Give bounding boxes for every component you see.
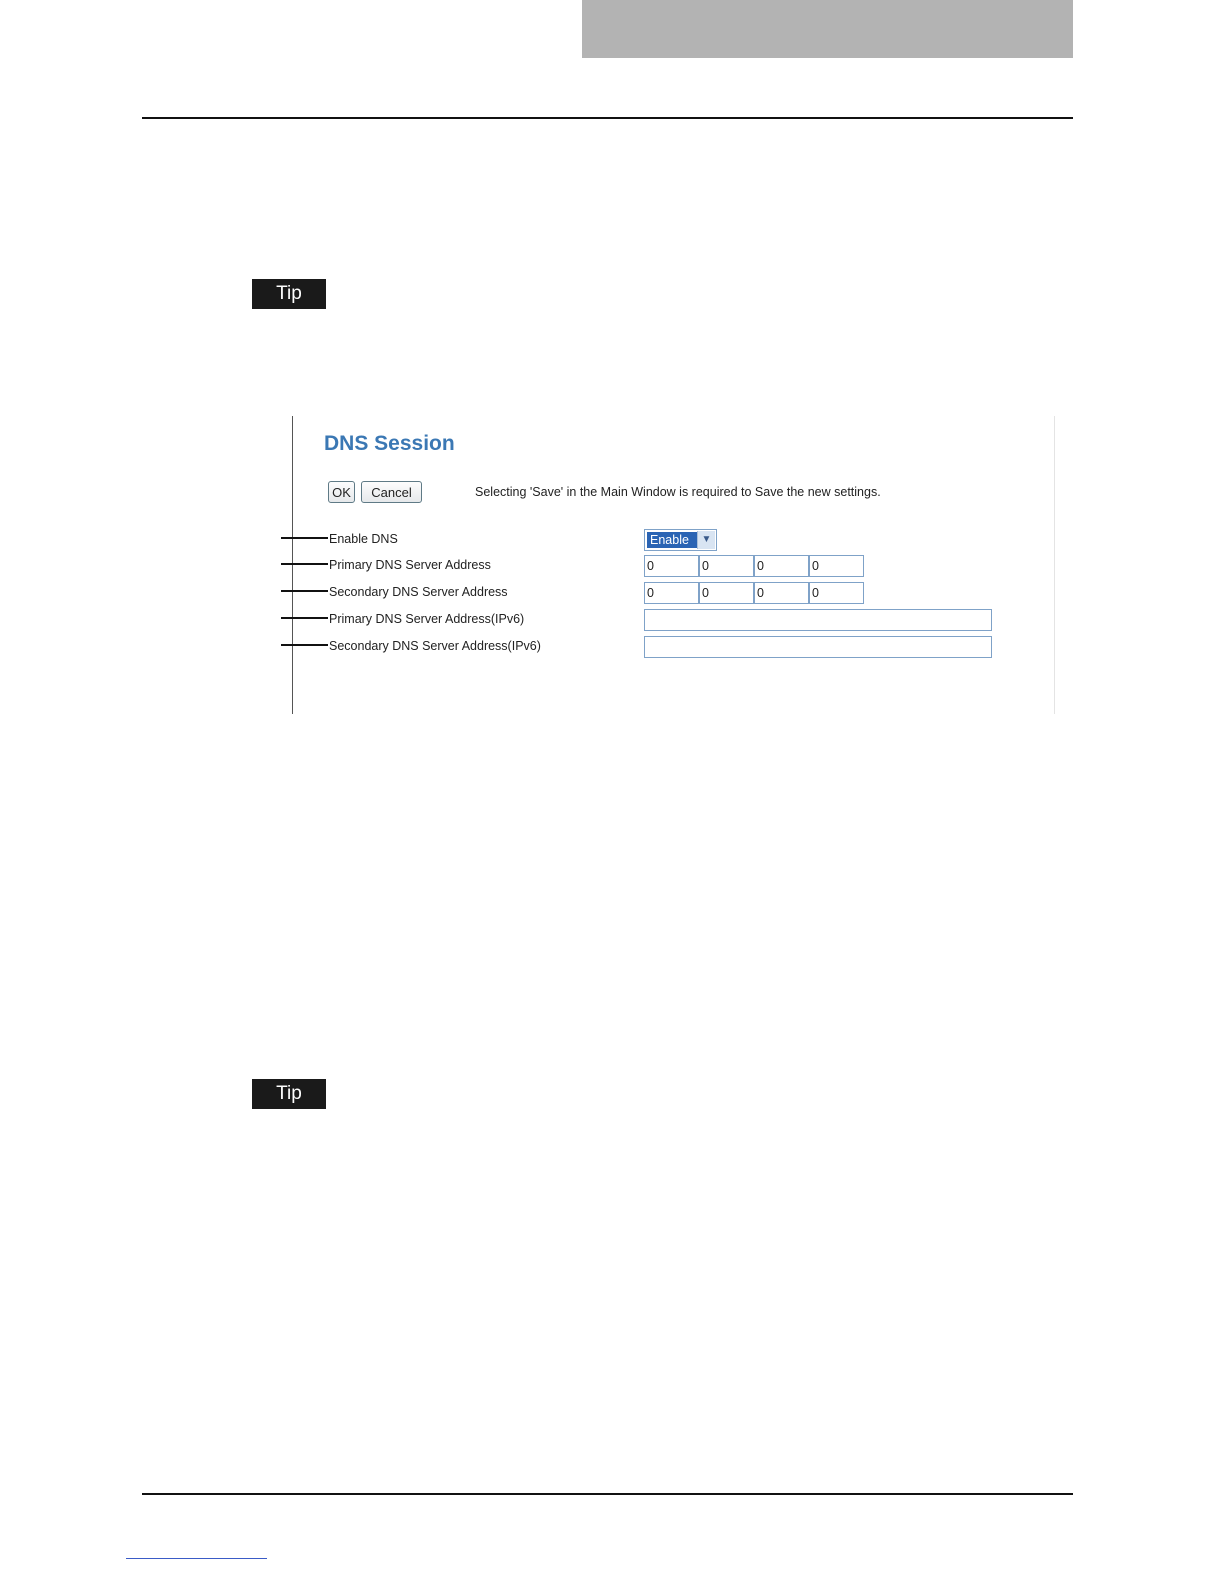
frame-left-edge [292,416,293,714]
secondary-dns-octet-1[interactable]: 0 [644,582,699,604]
secondary-dns-octet-4[interactable]: 0 [809,582,864,604]
cancel-button[interactable]: Cancel [361,481,422,503]
primary-dns-octet-4[interactable]: 0 [809,555,864,577]
callout-line [281,590,328,592]
dns-session-screenshot: DNS Session OK Cancel Selecting 'Save' i… [281,416,1055,714]
primary-dns-label: Primary DNS Server Address [329,558,491,572]
primary-dns-ipv6-input[interactable] [644,609,992,631]
secondary-dns-ipv6-input[interactable] [644,636,992,658]
primary-dns-octet-2[interactable]: 0 [699,555,754,577]
save-notice: Selecting 'Save' in the Main Window is r… [475,485,881,499]
secondary-dns-label: Secondary DNS Server Address [329,585,508,599]
callout-line [281,644,328,646]
callout-line [281,617,328,619]
primary-dns-octet-1[interactable]: 0 [644,555,699,577]
enable-dns-selected-value: Enable [647,532,698,548]
frame-right-edge [1054,416,1055,714]
secondary-dns-octet-3[interactable]: 0 [754,582,809,604]
footer-rule [142,1493,1073,1495]
primary-dns-ipv6-label: Primary DNS Server Address(IPv6) [329,612,525,626]
enable-dns-label: Enable DNS [329,532,398,546]
footer-link-underline [126,1558,267,1559]
enable-dns-select[interactable]: Enable ▼ [644,529,717,551]
callout-line [281,537,328,539]
ok-button[interactable]: OK [328,481,355,503]
secondary-dns-octet-2[interactable]: 0 [699,582,754,604]
tip-badge: Tip [252,279,326,309]
secondary-dns-ipv6-label: Secondary DNS Server Address(IPv6) [329,639,541,653]
header-gray-block [582,0,1073,58]
chevron-down-icon[interactable]: ▼ [697,531,715,549]
page-title: DNS Session [324,432,455,455]
callout-line [281,563,328,565]
primary-dns-octet-3[interactable]: 0 [754,555,809,577]
tip-badge: Tip [252,1079,326,1109]
header-rule [142,117,1073,119]
